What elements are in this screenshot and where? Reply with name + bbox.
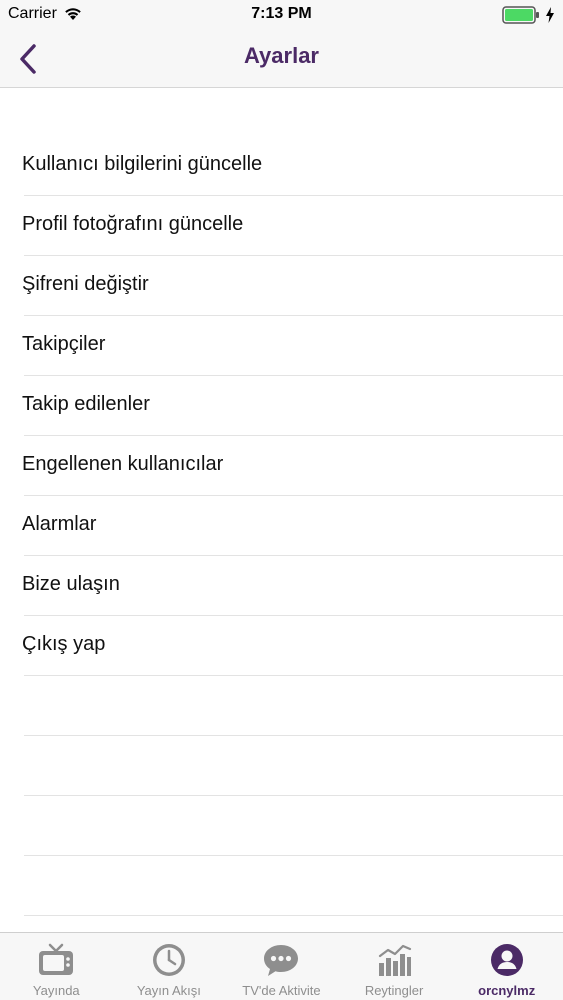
tab-tv-activity[interactable]: TV'de Aktivite bbox=[225, 933, 338, 1000]
empty-row bbox=[24, 736, 563, 796]
page-title: Ayarlar bbox=[243, 43, 319, 68]
settings-item-label: Profil fotoğrafını güncelle bbox=[22, 213, 244, 235]
tab-live[interactable]: Yayında bbox=[0, 933, 113, 1000]
tab-label: Yayın Akışı bbox=[136, 983, 201, 998]
tab-profile[interactable]: orcnylmz bbox=[450, 933, 563, 1000]
battery-icon bbox=[502, 6, 539, 24]
empty-row bbox=[24, 856, 563, 916]
settings-item-alarms[interactable]: Alarmlar bbox=[22, 496, 563, 556]
settings-item-contact-us[interactable]: Bize ulaşın bbox=[22, 556, 563, 616]
tab-schedule[interactable]: Yayın Akışı bbox=[113, 933, 226, 1000]
tab-ratings[interactable]: Reytingler bbox=[338, 933, 451, 1000]
settings-item-label: Çıkış yap bbox=[22, 633, 106, 655]
settings-item-label: Alarmlar bbox=[22, 513, 97, 535]
settings-list: Kullanıcı bilgilerini güncelle Profil fo… bbox=[0, 136, 563, 916]
settings-item-logout[interactable]: Çıkış yap bbox=[22, 616, 563, 676]
chat-bubble-icon bbox=[262, 941, 300, 979]
settings-item-following[interactable]: Takip edilenler bbox=[22, 376, 563, 436]
status-time: 7:13 PM bbox=[251, 5, 312, 22]
settings-item-label: Şifreni değiştir bbox=[22, 273, 149, 295]
bar-chart-icon bbox=[375, 941, 413, 979]
status-right bbox=[502, 6, 555, 24]
profile-icon bbox=[488, 941, 526, 979]
clock-icon bbox=[150, 941, 188, 979]
tab-label: Reytingler bbox=[364, 983, 424, 998]
settings-item-blocked-users[interactable]: Engellenen kullanıcılar bbox=[22, 436, 563, 496]
tab-label: TV'de Aktivite bbox=[242, 983, 321, 998]
navigation-bar: Ayarlar bbox=[0, 30, 563, 88]
settings-item-followers[interactable]: Takipçiler bbox=[22, 316, 563, 376]
tab-bar: Yayında Yayın Akışı TV'de Aktivite Reyti… bbox=[0, 932, 563, 1000]
settings-item-label: Takip edilenler bbox=[22, 393, 150, 415]
empty-row bbox=[24, 796, 563, 856]
settings-item-update-user-info[interactable]: Kullanıcı bilgilerini güncelle bbox=[22, 136, 563, 196]
tab-label: Yayında bbox=[32, 983, 80, 998]
settings-item-change-password[interactable]: Şifreni değiştir bbox=[22, 256, 563, 316]
empty-row bbox=[24, 676, 563, 736]
settings-item-label: Engellenen kullanıcılar bbox=[22, 453, 224, 475]
tv-icon bbox=[37, 941, 75, 979]
status-bar: Carrier 7:13 PM bbox=[0, 0, 563, 30]
charging-bolt-icon bbox=[546, 7, 554, 23]
settings-item-label: Bize ulaşın bbox=[22, 573, 120, 595]
settings-item-update-profile-photo[interactable]: Profil fotoğrafını güncelle bbox=[22, 196, 563, 256]
settings-item-label: Kullanıcı bilgilerini güncelle bbox=[22, 153, 263, 175]
settings-item-label: Takipçiler bbox=[22, 333, 106, 355]
tab-label: orcnylmz bbox=[478, 983, 536, 998]
